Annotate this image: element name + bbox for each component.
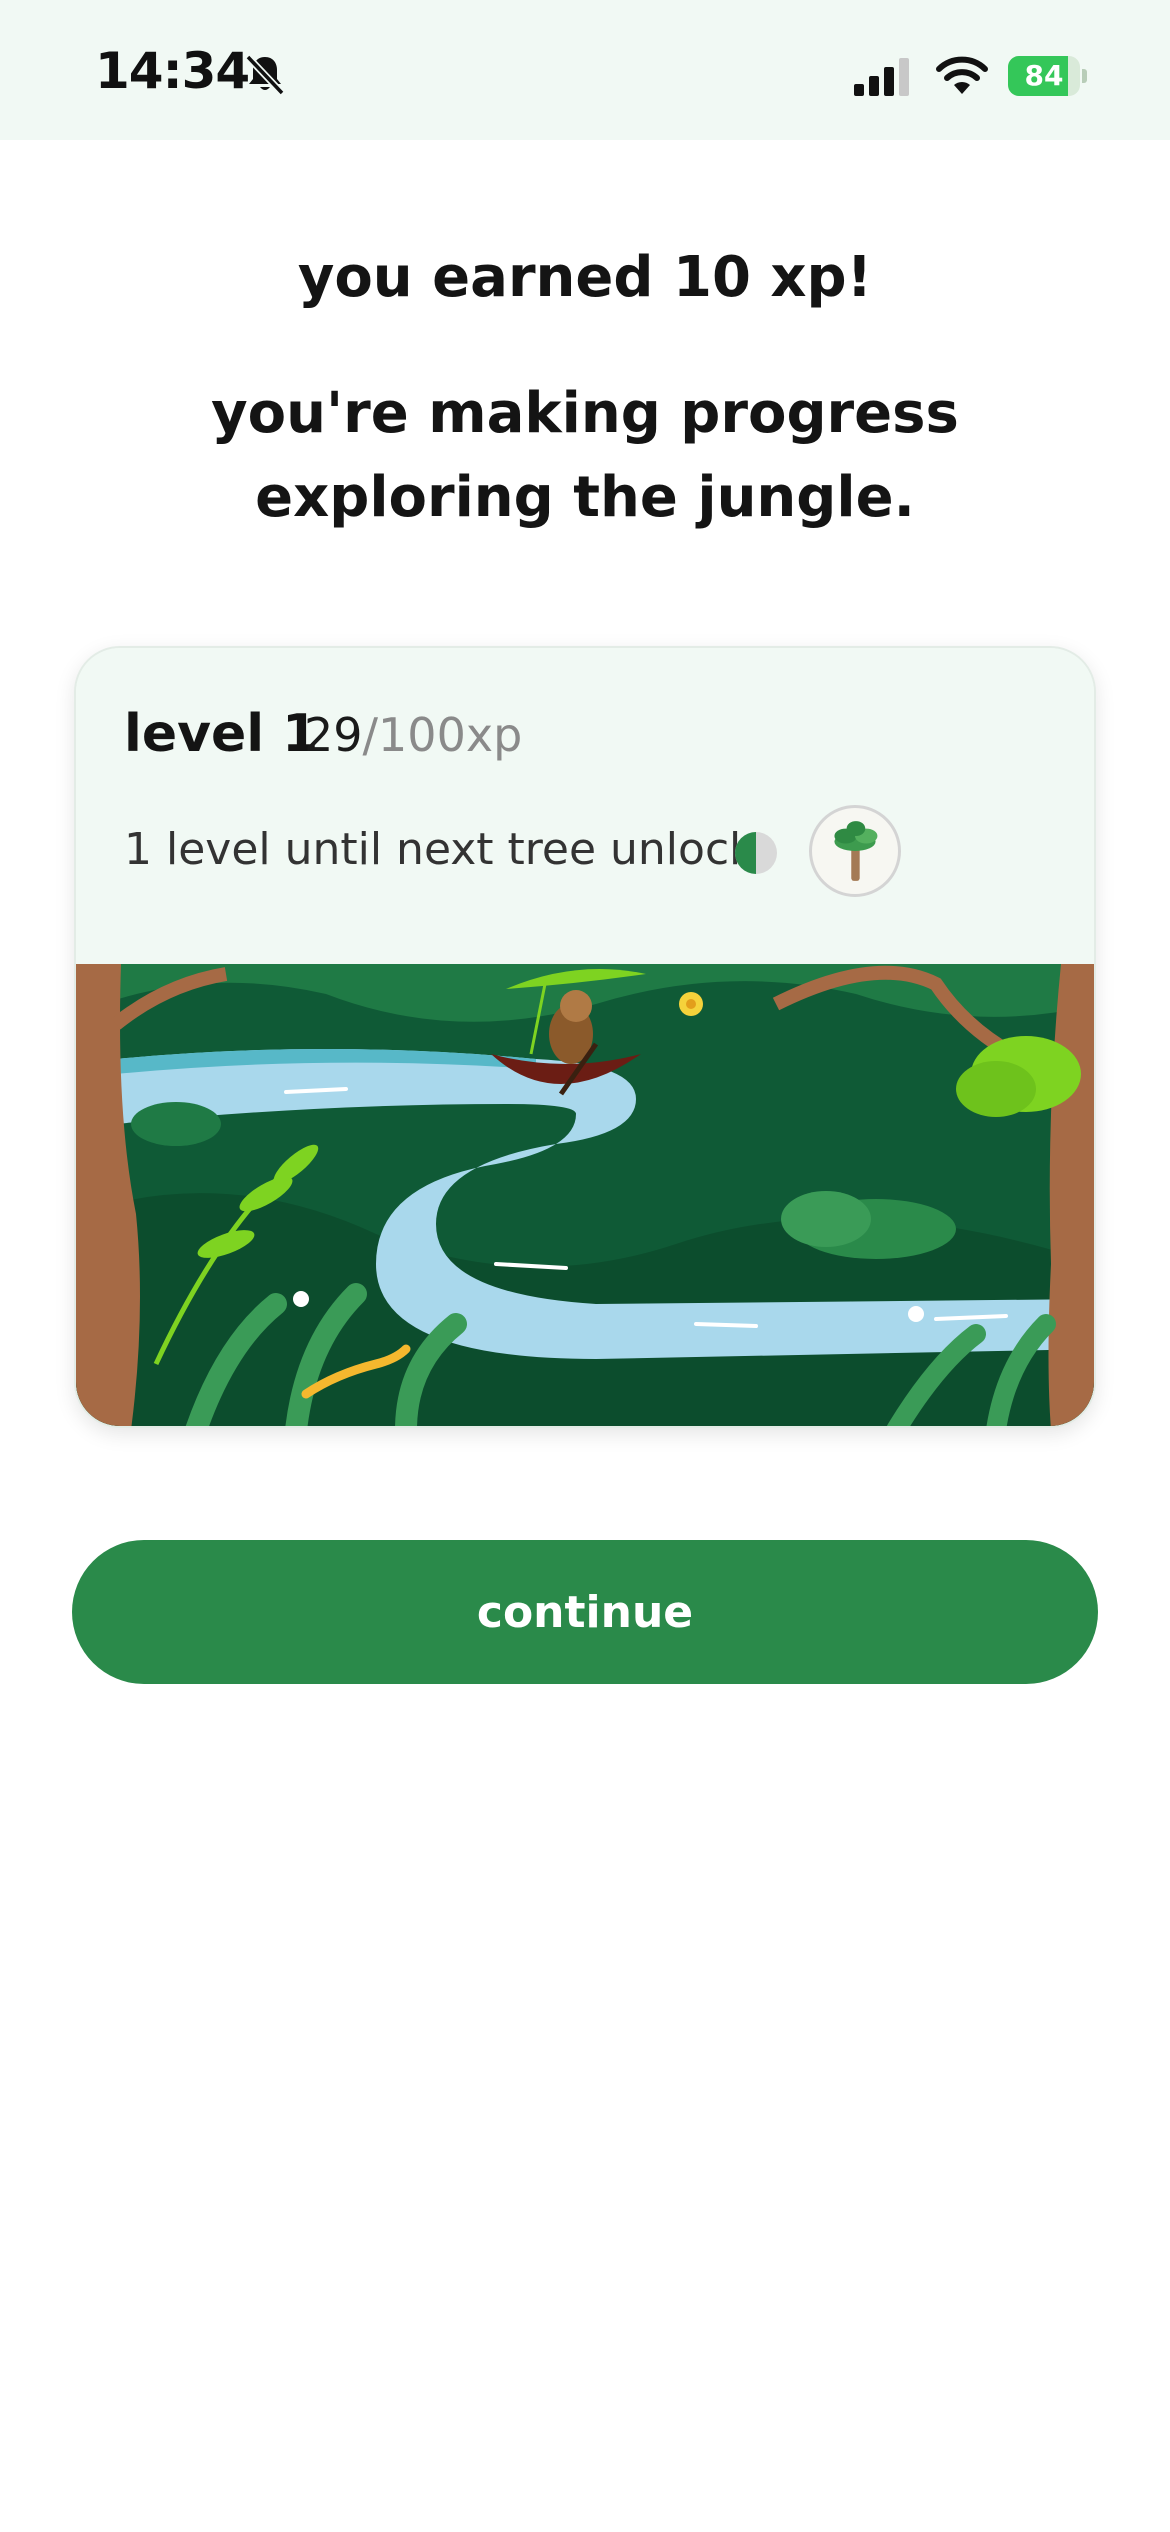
level-card: level 1 29/100xp 1 level until next tree… [74, 646, 1096, 1428]
unlock-progress-icon [735, 832, 777, 874]
battery-level: 84 [1024, 59, 1064, 92]
status-time: 14:34 [95, 42, 250, 100]
level-card-header: level 1 29/100xp 1 level until next tree… [76, 648, 1094, 964]
xp-progress: 29/100xp [304, 708, 522, 762]
xp-total: /100xp [362, 708, 523, 762]
palm-tree-icon [809, 805, 901, 897]
jungle-illustration [76, 964, 1094, 1426]
level-label: level 1 [124, 704, 319, 764]
xp-current: 29 [304, 708, 363, 762]
cellular-signal-icon [854, 58, 909, 96]
xp-earned-heading: you earned 10 xp! [297, 245, 873, 310]
battery-charging-icon: 84 [1008, 56, 1088, 96]
status-bar: 14:34 84 [0, 0, 1170, 140]
progress-message: you're making progress exploring the jun… [211, 381, 959, 530]
wifi-icon [936, 56, 988, 94]
bell-slash-icon [245, 54, 285, 96]
unlock-message: 1 level until next tree unlock [124, 824, 755, 875]
continue-button[interactable]: continue [72, 1540, 1098, 1684]
screen: 14:34 84 you earned 10 xp! you're making… [0, 0, 1170, 2532]
